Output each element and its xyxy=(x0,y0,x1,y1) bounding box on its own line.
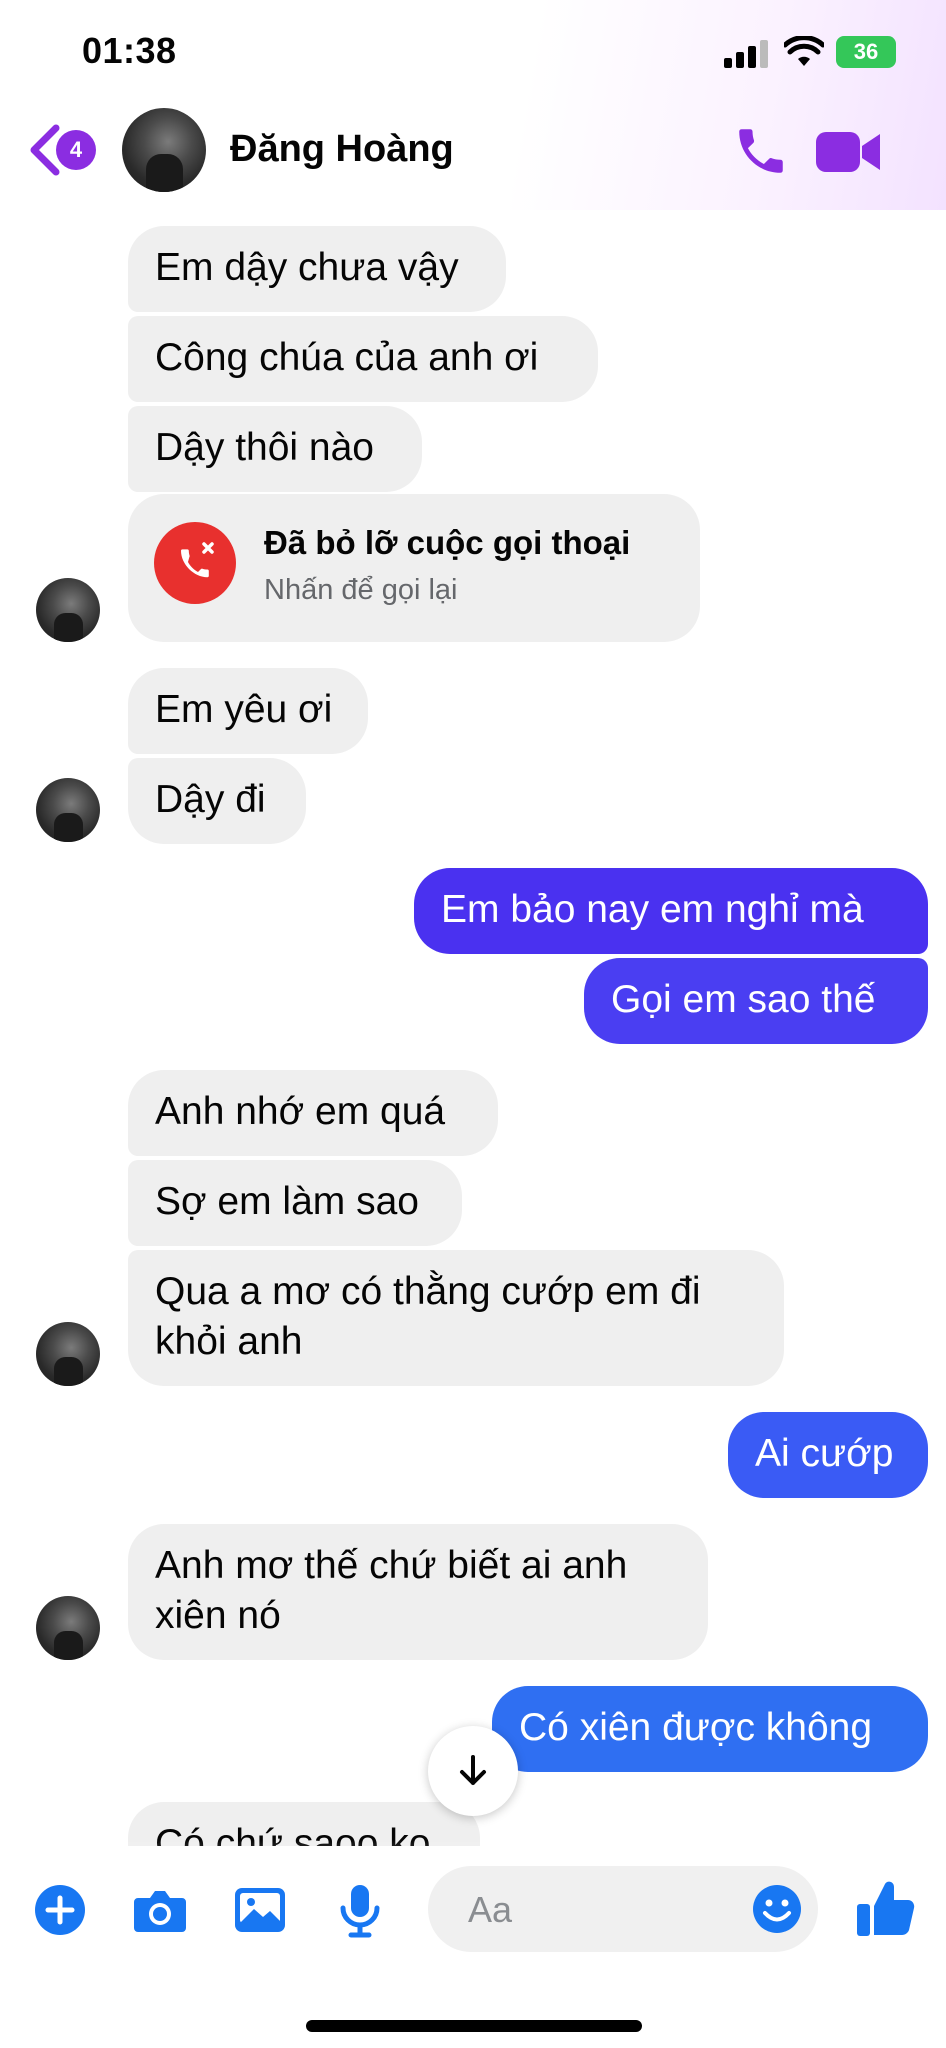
missed-call-icon xyxy=(154,522,236,604)
scroll-to-bottom-button[interactable] xyxy=(428,1726,518,1816)
message-outgoing[interactable]: Em bảo nay em nghỉ mà xyxy=(414,868,928,954)
battery-level: 36 xyxy=(853,39,879,64)
missed-call-card[interactable]: Đã bỏ lỡ cuộc gọi thoại Nhấn để gọi lại xyxy=(128,494,700,642)
message-outgoing[interactable]: Ai cướp xyxy=(728,1412,928,1498)
message-outgoing[interactable]: Có xiên được không xyxy=(492,1686,928,1772)
message-outgoing[interactable]: Gọi em sao thế xyxy=(584,958,928,1044)
unread-badge[interactable]: 4 xyxy=(56,130,96,170)
phone-icon[interactable] xyxy=(732,122,790,180)
message-incoming[interactable]: Qua a mơ có thằng cướp em đi khỏi anh xyxy=(128,1250,784,1386)
message-composer[interactable] xyxy=(428,1866,818,1952)
message-incoming[interactable]: Dậy đi xyxy=(128,758,306,844)
message-incoming[interactable]: Công chúa của anh ơi xyxy=(128,316,598,402)
message-input[interactable] xyxy=(466,1882,750,1938)
message-incoming[interactable]: Em yêu ơi xyxy=(128,668,368,754)
contact-name[interactable]: Đăng Hoàng xyxy=(230,128,454,171)
sender-avatar[interactable] xyxy=(36,778,100,842)
sender-avatar[interactable] xyxy=(36,1596,100,1660)
message-incoming[interactable]: Em dậy chưa vậy xyxy=(128,226,506,312)
message-incoming[interactable]: Dậy thôi nào xyxy=(128,406,422,492)
message-incoming[interactable]: Sợ em làm sao xyxy=(128,1160,462,1246)
missed-call-title: Đã bỏ lỡ cuộc gọi thoại xyxy=(264,524,631,561)
message-incoming[interactable]: Anh nhớ em quá xyxy=(128,1070,498,1156)
home-indicator xyxy=(306,2020,642,2032)
missed-call-subtitle: Nhấn để gọi lại xyxy=(264,574,458,606)
cellular-signal-icon xyxy=(724,40,768,68)
image-icon[interactable] xyxy=(230,1880,290,1940)
plus-icon[interactable] xyxy=(30,1880,90,1940)
sender-avatar[interactable] xyxy=(36,578,100,642)
message-incoming[interactable]: Anh mơ thế chứ biết ai anh xiên nó xyxy=(128,1524,708,1660)
camera-icon[interactable] xyxy=(130,1880,190,1940)
microphone-icon[interactable] xyxy=(330,1880,390,1940)
battery-indicator: 36 xyxy=(836,36,896,68)
contact-avatar[interactable] xyxy=(122,108,206,192)
arrow-down-icon xyxy=(460,1755,486,1785)
sender-avatar[interactable] xyxy=(36,1322,100,1386)
wifi-icon xyxy=(784,36,824,66)
emoji-icon[interactable] xyxy=(750,1882,804,1936)
status-time: 01:38 xyxy=(82,30,177,71)
thumbs-up-icon[interactable] xyxy=(854,1876,916,1940)
video-camera-icon[interactable] xyxy=(816,128,880,176)
